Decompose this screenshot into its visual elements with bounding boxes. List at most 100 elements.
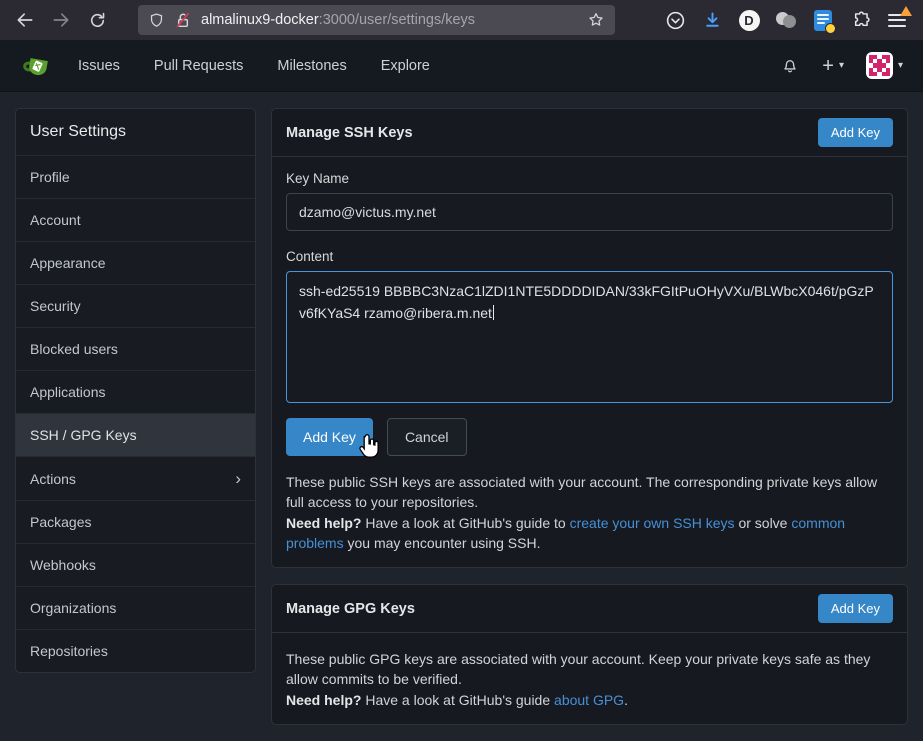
extension-d-icon[interactable]: D — [737, 8, 761, 32]
gpg-help-pre: Have a look at GitHub's guide — [361, 692, 554, 708]
d-letter: D — [739, 10, 760, 31]
chevron-down-icon: ▾ — [898, 60, 903, 71]
key-name-label: Key Name — [286, 171, 893, 186]
reload-icon — [88, 11, 107, 30]
chevron-right-icon: › — [235, 470, 241, 487]
sidebar-item-label: Blocked users — [30, 341, 118, 357]
shield-icon[interactable] — [148, 12, 165, 29]
gitea-logo[interactable] — [20, 50, 52, 82]
cancel-button[interactable]: Cancel — [387, 418, 467, 456]
ssh-keys-panel: Manage SSH Keys Add Key Key Name Content… — [271, 108, 908, 568]
insecure-lock-icon[interactable] — [174, 11, 192, 29]
extension-document-icon[interactable] — [811, 8, 835, 32]
add-key-submit-button[interactable]: Add Key — [286, 418, 373, 456]
key-name-input[interactable] — [286, 193, 893, 231]
settings-sidebar: User Settings Profile Account Appearance… — [15, 108, 256, 673]
key-content-textarea[interactable]: ssh-ed25519 BBBBC3NzaC1lZDI1NTE5DDDDIDAN… — [286, 271, 893, 403]
ssh-help-line1: These public SSH keys are associated wit… — [286, 474, 877, 510]
need-help-label: Need help? — [286, 515, 361, 531]
gpg-add-key-header-button[interactable]: Add Key — [818, 594, 893, 623]
sidebar-item-profile[interactable]: Profile — [16, 155, 255, 198]
settings-page: User Settings Profile Account Appearance… — [0, 92, 923, 741]
avatar — [866, 52, 893, 79]
create-new-menu[interactable]: + ▾ — [822, 56, 844, 76]
menu-icon[interactable] — [885, 8, 909, 32]
sidebar-item-label: Profile — [30, 169, 70, 185]
plus-icon: + — [822, 56, 834, 76]
nav-link-explore[interactable]: Explore — [381, 58, 430, 74]
gpg-help-post: . — [624, 692, 628, 708]
gpg-keys-panel: Manage GPG Keys Add Key These public GPG… — [271, 584, 908, 725]
sidebar-item-organizations[interactable]: Organizations — [16, 586, 255, 629]
sidebar-item-appearance[interactable]: Appearance — [16, 241, 255, 284]
ssh-help-pre: Have a look at GitHub's guide to — [361, 515, 569, 531]
sidebar-item-packages[interactable]: Packages — [16, 500, 255, 543]
ssh-add-key-header-button[interactable]: Add Key — [818, 118, 893, 147]
sidebar-item-label: Security — [30, 298, 81, 314]
gpg-help-line1: These public GPG keys are associated wit… — [286, 651, 870, 687]
extension-gray-icon[interactable] — [774, 8, 798, 32]
reload-button[interactable] — [84, 7, 110, 33]
gpg-panel-body: These public GPG keys are associated wit… — [272, 633, 907, 724]
about-gpg-link[interactable]: about GPG — [554, 692, 624, 708]
document-glyph — [814, 10, 832, 31]
ssh-help-post: you may encounter using SSH. — [344, 535, 541, 551]
url-bar[interactable]: almalinux9-docker:3000/user/settings/key… — [138, 5, 615, 35]
browser-toolbar: almalinux9-docker:3000/user/settings/key… — [0, 0, 923, 40]
sidebar-item-label: Applications — [30, 384, 106, 400]
back-button[interactable] — [12, 7, 38, 33]
content-label: Content — [286, 249, 893, 264]
url-host: almalinux9-docker — [201, 12, 319, 28]
gpg-help-text: These public GPG keys are associated wit… — [286, 649, 893, 710]
gpg-panel-title: Manage GPG Keys — [286, 601, 415, 617]
gray-circles-glyph — [775, 9, 797, 31]
extensions-puzzle-icon[interactable] — [848, 8, 872, 32]
nav-link-issues[interactable]: Issues — [78, 58, 120, 74]
sidebar-item-label: Actions — [30, 471, 76, 487]
gitea-navbar: Issues Pull Requests Milestones Explore … — [0, 40, 923, 92]
forward-button[interactable] — [48, 7, 74, 33]
ssh-panel-body: Key Name Content ssh-ed25519 BBBBC3NzaC1… — [272, 157, 907, 567]
ssh-panel-title: Manage SSH Keys — [286, 125, 413, 141]
download-icon[interactable] — [700, 8, 724, 32]
url-text[interactable]: almalinux9-docker:3000/user/settings/key… — [201, 12, 475, 28]
sidebar-item-label: SSH / GPG Keys — [30, 427, 137, 443]
sidebar-item-security[interactable]: Security — [16, 284, 255, 327]
nav-link-pull-requests[interactable]: Pull Requests — [154, 58, 243, 74]
ssh-help-mid: or solve — [735, 515, 792, 531]
text-caret — [493, 305, 495, 320]
bookmark-star-icon[interactable] — [587, 11, 605, 29]
create-ssh-keys-link[interactable]: create your own SSH keys — [570, 515, 735, 531]
sidebar-item-applications[interactable]: Applications — [16, 370, 255, 413]
need-help-label: Need help? — [286, 692, 361, 708]
url-path: :3000/user/settings/keys — [319, 12, 475, 28]
sidebar-title: User Settings — [16, 109, 255, 155]
nav-links: Issues Pull Requests Milestones Explore — [78, 58, 430, 74]
sidebar-item-blocked-users[interactable]: Blocked users — [16, 327, 255, 370]
sidebar-item-account[interactable]: Account — [16, 198, 255, 241]
settings-main: Manage SSH Keys Add Key Key Name Content… — [271, 108, 908, 725]
ssh-help-text: These public SSH keys are associated wit… — [286, 472, 893, 553]
sidebar-item-label: Webhooks — [30, 557, 96, 573]
notifications-bell-icon[interactable] — [780, 56, 800, 76]
sidebar-item-label: Organizations — [30, 600, 116, 616]
nav-link-milestones[interactable]: Milestones — [277, 58, 346, 74]
sidebar-item-label: Appearance — [30, 255, 106, 271]
pocket-icon[interactable] — [663, 8, 687, 32]
browser-extension-area: D — [663, 8, 911, 32]
nav-right: + ▾ ▾ — [780, 52, 903, 79]
sidebar-item-actions[interactable]: Actions › — [16, 456, 255, 500]
form-buttons: Add Key Cancel — [286, 418, 893, 456]
key-content-text: ssh-ed25519 BBBBC3NzaC1lZDI1NTE5DDDDIDAN… — [299, 283, 874, 321]
sidebar-item-repositories[interactable]: Repositories — [16, 629, 255, 672]
sidebar-item-webhooks[interactable]: Webhooks — [16, 543, 255, 586]
ssh-panel-header: Manage SSH Keys Add Key — [272, 109, 907, 157]
chevron-down-icon: ▾ — [839, 60, 844, 71]
sidebar-item-label: Repositories — [30, 643, 108, 659]
update-badge — [900, 6, 912, 16]
sidebar-item-ssh-gpg-keys[interactable]: SSH / GPG Keys — [16, 413, 255, 456]
sidebar-item-label: Packages — [30, 514, 91, 530]
forward-arrow-icon — [51, 10, 71, 30]
back-arrow-icon — [15, 10, 35, 30]
user-menu[interactable]: ▾ — [866, 52, 903, 79]
